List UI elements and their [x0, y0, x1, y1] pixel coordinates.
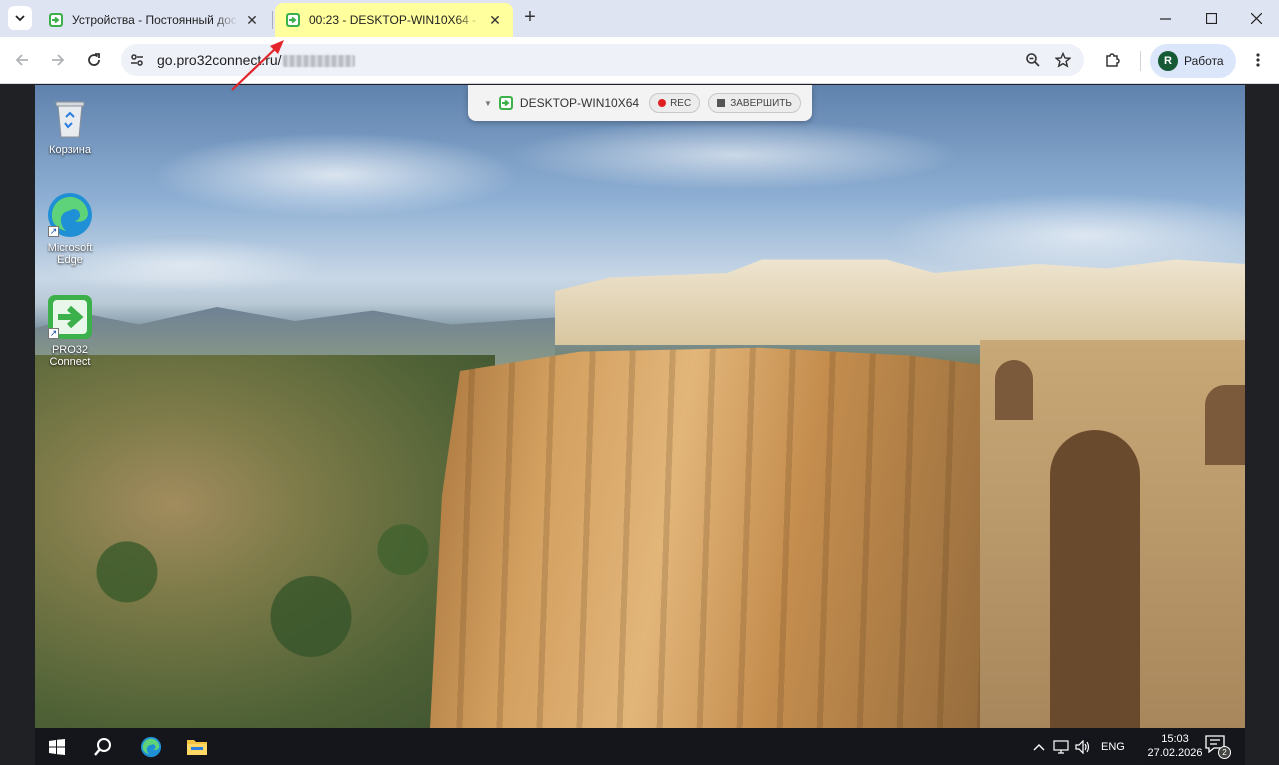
- close-window-button[interactable]: [1233, 0, 1279, 36]
- profile-label: Работа: [1184, 54, 1224, 68]
- puzzle-icon: [1106, 53, 1120, 67]
- notification-badge: 2: [1218, 746, 1231, 759]
- desktop-icon-pro32[interactable]: ↗ PRO32 Connect: [43, 293, 97, 368]
- clock-date: 27.02.2026: [1147, 747, 1203, 759]
- arrow-right-icon: [52, 54, 65, 66]
- end-session-label: ЗАВЕРШИТЬ: [730, 97, 792, 109]
- remote-taskbar: ENG 15:03 27.02.2026 2: [35, 728, 1245, 765]
- network-icon[interactable]: [1053, 739, 1069, 754]
- reload-icon: [88, 53, 100, 66]
- annotation-arrow-icon: [231, 40, 284, 91]
- menu-button[interactable]: [1246, 48, 1270, 72]
- record-button[interactable]: REC: [649, 93, 701, 113]
- tab-title: 00:23 - DESKTOP-WIN10X64 - Доступ: [309, 13, 481, 27]
- close-icon: [1250, 12, 1262, 24]
- pro32-favicon-icon: [49, 13, 63, 27]
- browser-window: Устройства - Постоянный доступ ✕ 00:23 -…: [0, 0, 1279, 765]
- back-button[interactable]: [10, 48, 34, 72]
- search-icon: [94, 737, 111, 756]
- edge-icon: ↗: [46, 191, 94, 239]
- maximize-icon: [1205, 12, 1217, 24]
- profile-button[interactable]: R Работа: [1150, 44, 1236, 78]
- site-settings-icon[interactable]: [129, 52, 145, 68]
- edge-icon: [140, 736, 162, 757]
- taskbar-clock[interactable]: 15:03 27.02.2026: [1145, 732, 1205, 760]
- kebab-menu-icon: [1256, 53, 1260, 67]
- input-language[interactable]: ENG: [1101, 741, 1125, 753]
- browser-toolbar: go.pro32connect.ru/ R Работа: [0, 37, 1279, 84]
- extensions-button[interactable]: [1101, 48, 1125, 72]
- bookmark-button[interactable]: [1051, 48, 1075, 72]
- tab-close-button[interactable]: ✕: [487, 12, 503, 28]
- desktop-icon-edge[interactable]: ↗ Microsoft Edge: [43, 191, 97, 266]
- wallpaper-bridge-arch: [1050, 430, 1140, 728]
- chevron-down-icon: [15, 15, 25, 22]
- star-icon: [1055, 52, 1071, 68]
- pro32-favicon-icon: [286, 13, 300, 27]
- tab-search-button[interactable]: [8, 6, 32, 30]
- reload-button[interactable]: [82, 48, 106, 72]
- clock-time: 15:03: [1161, 733, 1189, 745]
- volume-icon[interactable]: [1075, 739, 1091, 754]
- wallpaper-bridge-arch: [995, 360, 1033, 420]
- zoom-icon: [1026, 53, 1040, 67]
- url-redacted: [282, 55, 355, 68]
- end-session-button[interactable]: ЗАВЕРШИТЬ: [708, 93, 801, 113]
- shortcut-arrow-icon: ↗: [48, 328, 59, 339]
- minimize-icon: [1159, 17, 1171, 20]
- desktop-icon-label: Корзина: [49, 144, 91, 156]
- forward-button[interactable]: [46, 48, 70, 72]
- start-button[interactable]: [35, 728, 79, 765]
- desktop-icon-label: Microsoft Edge: [47, 242, 93, 266]
- zoom-button[interactable]: [1021, 48, 1045, 72]
- collapse-caret-icon[interactable]: ▼: [484, 99, 492, 108]
- session-host-name: DESKTOP-WIN10X64: [519, 96, 640, 110]
- shortcut-arrow-icon: ↗: [48, 226, 59, 237]
- pro32-favicon-icon: [498, 96, 513, 110]
- desktop-icon-recycle-bin[interactable]: Корзина: [43, 93, 97, 156]
- system-tray: ENG: [1033, 728, 1125, 765]
- arrow-left-icon: [15, 54, 28, 66]
- tab-title: Устройства - Постоянный доступ: [72, 13, 238, 27]
- notification-center-button[interactable]: 2: [1205, 735, 1231, 759]
- taskbar-edge[interactable]: [129, 728, 173, 765]
- pro32-connect-icon: ↗: [46, 293, 94, 341]
- remote-viewport[interactable]: Корзина ↗ Microsoft Edge ↗ PRO32 Connect: [0, 85, 1279, 765]
- avatar: R: [1158, 51, 1178, 71]
- tab-separator: [272, 11, 273, 29]
- minimize-button[interactable]: [1142, 0, 1188, 36]
- folder-icon: [187, 739, 207, 755]
- tab-remote-session[interactable]: 00:23 - DESKTOP-WIN10X64 - Доступ ✕: [275, 3, 513, 37]
- desktop-icon-label: PRO32 Connect: [49, 344, 91, 368]
- windows-logo-icon: [49, 738, 65, 755]
- wallpaper-cliff-texture: [430, 347, 1030, 728]
- maximize-button[interactable]: [1188, 0, 1234, 36]
- remote-desktop[interactable]: Корзина ↗ Microsoft Edge ↗ PRO32 Connect: [35, 85, 1245, 728]
- taskbar-file-explorer[interactable]: [175, 728, 219, 765]
- record-dot-icon: [658, 99, 667, 107]
- tab-devices[interactable]: Устройства - Постоянный доступ ✕: [38, 3, 270, 37]
- record-label: REC: [670, 97, 692, 109]
- wallpaper-bridge-arch: [1205, 385, 1245, 465]
- tab-close-button[interactable]: ✕: [244, 12, 260, 28]
- new-tab-button[interactable]: +: [520, 7, 540, 28]
- chevron-up-icon[interactable]: [1033, 742, 1045, 752]
- wallpaper-trees: [35, 505, 495, 728]
- stop-icon: [717, 99, 726, 107]
- search-button[interactable]: [81, 728, 125, 765]
- session-control-bar: ▼ DESKTOP-WIN10X64 REC ЗАВЕРШИТЬ: [468, 85, 812, 121]
- toolbar-divider: [1140, 51, 1141, 71]
- tab-strip: Устройства - Постоянный доступ ✕ 00:23 -…: [0, 0, 1279, 37]
- recycle-bin-icon: [46, 93, 94, 141]
